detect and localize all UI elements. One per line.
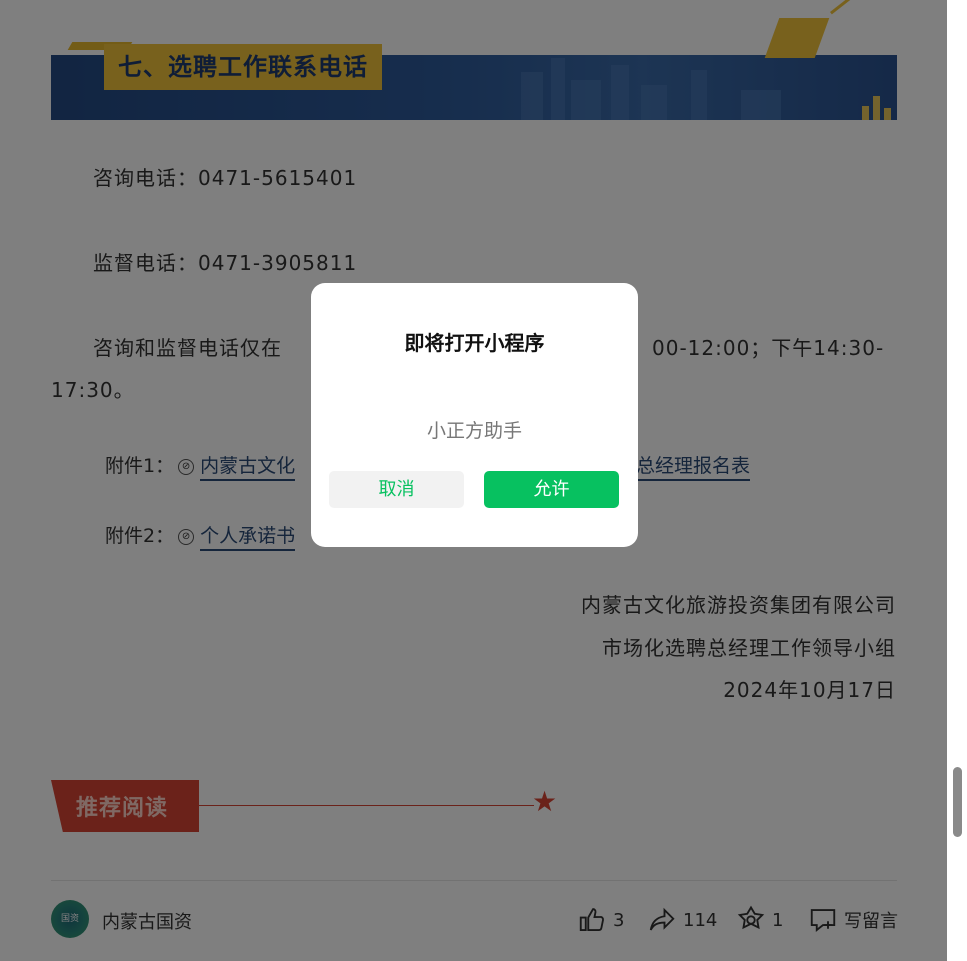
scrollbar-thumb[interactable] [953,767,962,837]
open-miniprogram-dialog: 即将打开小程序 小正方助手 取消 允许 [311,283,638,547]
dialog-app-name: 小正方助手 [426,420,522,442]
allow-button[interactable]: 允许 [484,471,619,508]
dialog-title: 即将打开小程序 [404,331,545,355]
cancel-button[interactable]: 取消 [329,471,464,508]
